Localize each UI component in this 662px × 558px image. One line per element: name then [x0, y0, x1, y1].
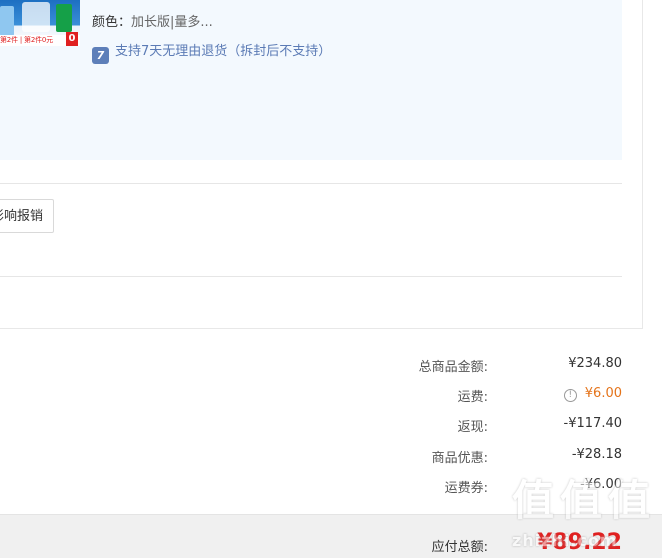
summary-value: ¥234.80	[568, 356, 622, 371]
summary-label: 返现:	[457, 420, 488, 435]
order-card: 第2件 | 第2件0元 0 颜色：加长版|量多... 7 支持7天无理由退货（拆封…	[0, 0, 643, 329]
seven-day-return-icon: 7	[92, 47, 109, 64]
divider	[0, 276, 622, 277]
summary-row-subtotal: 总商品金额: ¥234.80	[342, 356, 622, 376]
report-button[interactable]: 影响报销	[0, 199, 54, 233]
summary-label: 运费:	[457, 390, 488, 405]
thumbnail-graphic	[0, 6, 14, 36]
summary-row-discount: 商品优惠: -¥28.18	[342, 447, 622, 467]
summary-row-shipping-coupon: 运费券: -¥6.00	[342, 477, 622, 497]
summary-value: ! ¥6.00	[563, 386, 622, 402]
product-attribute: 颜色：加长版|量多...	[92, 11, 213, 30]
divider	[0, 183, 622, 184]
info-icon[interactable]: !	[563, 389, 577, 402]
attribute-value: 加长版|量多...	[131, 15, 213, 30]
report-button-label: 影响报销	[0, 209, 43, 224]
thumbnail-promo-badge: 0	[66, 32, 78, 46]
summary-row-cashback: 返现: -¥117.40	[342, 416, 622, 436]
summary-value: -¥6.00	[580, 477, 622, 492]
shipping-fee-value: ¥6.00	[584, 386, 622, 401]
summary-row-shipping: 运费: ! ¥6.00	[342, 386, 622, 406]
total-label: 应付总额:	[431, 540, 488, 555]
product-thumbnail[interactable]: 第2件 | 第2件0元 0	[0, 0, 80, 46]
thumbnail-graphic	[22, 2, 50, 32]
total-value: ¥89.22	[537, 530, 622, 555]
return-policy[interactable]: 7 支持7天无理由退货（拆封后不支持）	[92, 40, 331, 64]
return-policy-text: 支持7天无理由退货（拆封后不支持）	[115, 44, 332, 59]
summary-value: -¥117.40	[563, 416, 622, 431]
total-bar: 应付总额: ¥89.22	[0, 514, 662, 558]
summary-label: 总商品金额:	[418, 360, 488, 375]
product-item-panel: 第2件 | 第2件0元 0 颜色：加长版|量多... 7 支持7天无理由退货（拆封…	[0, 0, 622, 160]
attribute-key: 颜色：	[92, 15, 132, 30]
summary-value: -¥28.18	[571, 447, 622, 462]
summary-label: 运费券:	[444, 481, 488, 496]
summary-label: 商品优惠:	[431, 451, 488, 466]
thumbnail-graphic	[56, 4, 72, 32]
